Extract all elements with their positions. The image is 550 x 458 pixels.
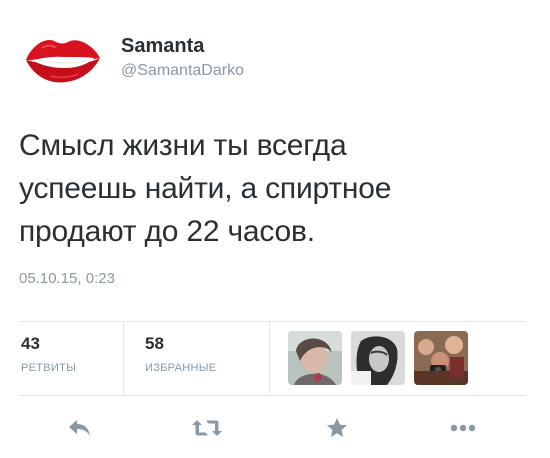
reply-button[interactable]	[64, 414, 96, 442]
favorites-label: ИЗБРАННЫЕ	[145, 362, 217, 374]
more-button[interactable]	[447, 414, 479, 442]
favorites-stat[interactable]: 58 ИЗБРАННЫЕ	[145, 322, 275, 394]
tweet-timestamp[interactable]: 05.10.15, 0:23	[19, 270, 115, 287]
divider	[269, 322, 270, 394]
tweet-text-line: Смысл жизни ты всегда	[19, 129, 347, 162]
retweets-stat[interactable]: 43 РЕТВИТЫ	[19, 322, 123, 394]
tweet-text-line: успеешь найти, а спиртное	[19, 172, 392, 205]
author-handle[interactable]: @SamantaDarko	[121, 62, 244, 80]
favorites-count: 58	[145, 334, 164, 353]
user-avatar-2[interactable]	[351, 331, 405, 385]
author-name[interactable]: Samanta	[121, 35, 204, 58]
user-avatar-1[interactable]	[288, 331, 342, 385]
divider	[123, 322, 124, 394]
retweet-icon	[192, 420, 222, 436]
retweets-label: РЕТВИТЫ	[21, 362, 77, 374]
favorite-button[interactable]	[321, 414, 353, 442]
retweets-count: 43	[21, 334, 40, 353]
tweet-text: Смысл жизни ты всегда успеешь найти, а с…	[19, 124, 519, 253]
red-lips-avatar[interactable]	[22, 30, 102, 86]
tweet-actions	[19, 410, 526, 446]
divider	[19, 395, 526, 396]
user-avatar-3[interactable]	[414, 331, 468, 385]
retweet-button[interactable]	[191, 414, 223, 442]
tweet-text-line: продают до 22 часов.	[19, 215, 315, 248]
reply-icon	[69, 420, 90, 436]
more-icon	[450, 424, 476, 432]
tweet-stats: 43 РЕТВИТЫ 58 ИЗБРАННЫЕ	[19, 322, 526, 394]
star-icon	[327, 418, 347, 437]
